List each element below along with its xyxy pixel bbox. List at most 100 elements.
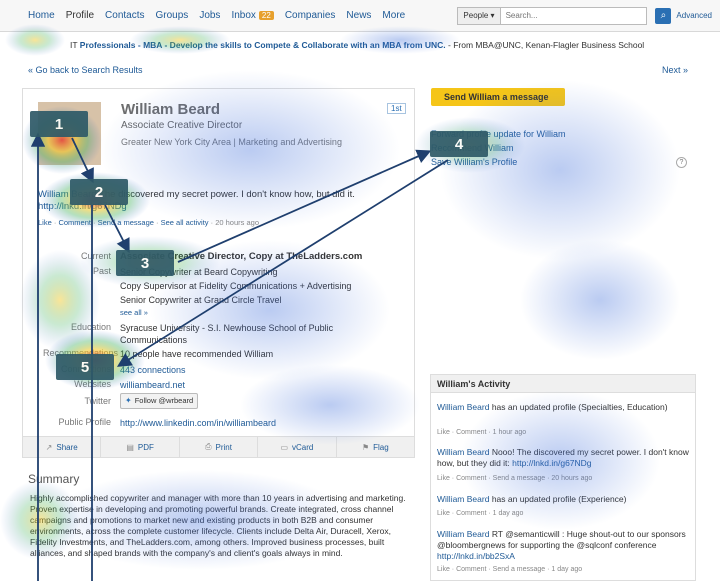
connection-degree-badge: 1st [387,103,406,114]
activity-panel: William's Activity William Beard has an … [430,374,696,581]
activity-author[interactable]: William Beard [437,494,489,504]
activity-text: has an updated profile (Experience) [491,494,627,504]
print-icon: ⎙ [205,442,212,451]
profile-headline: Associate Creative Director [121,120,243,131]
status-see-all-link[interactable]: See all activity [161,218,209,227]
top-nav: Home Profile Contacts Groups Jobs Inbox 2… [0,0,720,32]
share-label: Share [56,442,78,452]
education-value[interactable]: Syracuse University - S.I. Newhouse Scho… [120,322,380,346]
nav-companies[interactable]: Companies [285,10,336,21]
activity-like[interactable]: Like [437,475,450,482]
fixation-marker-1: 1 [30,111,88,137]
past-value-3: Senior Copywriter at Grand Circle Travel [120,295,282,305]
pdf-button[interactable]: ▤ PDF [101,437,180,457]
activity-meta-4: Like · Comment · Send a message · 1 day … [437,566,583,573]
status-like-link[interactable]: Like [38,218,52,227]
pdf-label: PDF [137,442,154,452]
activity-meta-1: Like · Comment · 1 hour ago [437,429,527,436]
search-input[interactable] [500,11,621,20]
activity-text: has an updated profile (Specialties, Edu… [491,402,668,412]
nav-groups[interactable]: Groups [156,10,189,21]
activity-meta-3: Like · Comment · 1 day ago [437,510,524,517]
activity-title: William's Activity [431,375,695,393]
activity-time: 1 day ago [492,510,524,517]
save-profile-link[interactable]: Save William's Profile [431,157,517,167]
past-see-all-link[interactable]: see all » [120,308,148,317]
status-comment-link[interactable]: Comment [58,218,91,227]
twitter-label: Twitter [84,396,111,406]
fixation-marker-5: 5 [56,354,114,380]
nav-profile[interactable]: Profile [66,10,94,21]
activity-like[interactable]: Like [437,566,450,573]
twitter-bird-icon: ✦ [125,396,132,405]
activity-meta-2: Like · Comment · Send a message · 20 hou… [437,475,593,482]
activity-comment[interactable]: Comment [456,510,486,517]
pdf-icon: ▤ [126,442,134,452]
connections-value[interactable]: 443 connections [120,365,186,375]
search-type-select[interactable]: People ▾ [458,7,501,24]
public-profile-link[interactable]: http://www.linkedin.com/in/williambeard [120,418,276,428]
activity-author[interactable]: William Beard [437,529,489,539]
status-send-link[interactable]: Send a message [98,218,154,227]
past-label: Past [92,266,111,276]
vcard-label: vCard [292,442,314,452]
activity-time: Send a message · 20 hours ago [492,475,593,482]
send-message-button[interactable]: Send William a message [431,88,565,106]
activity-like[interactable]: Like [437,510,450,517]
nav-contacts[interactable]: Contacts [105,10,144,21]
activity-comment[interactable]: Comment [456,475,486,482]
back-to-results-link[interactable]: « Go back to Search Results [28,65,143,75]
next-link[interactable]: Next » [662,65,688,75]
activity-author[interactable]: William Beard [437,447,489,457]
ad-headline: Professionals - MBA - Develop the skills… [79,40,446,50]
print-button[interactable]: ⎙ Print [180,437,259,457]
nav-inbox[interactable]: Inbox 22 [231,10,274,21]
activity-item-1: William Beard has an updated profile (Sp… [437,402,692,413]
profile-card: William Beard Associate Creative Directo… [22,88,415,458]
status-meta: Like · Comment · Send a message · See al… [38,218,259,227]
ad-prefix: IT [70,40,78,50]
flag-icon: ⚑ [361,442,370,452]
summary-title: Summary [28,472,80,486]
twitter-follow-button[interactable]: ✦ Follow @wrbeard [120,393,199,409]
status-time: 20 hours ago [215,218,259,227]
share-button[interactable]: ↗ Share [23,437,102,457]
activity-time: 1 hour ago [492,429,527,436]
activity-like[interactable]: Like [437,429,450,436]
search-button[interactable]: ⌕ [655,7,672,24]
share-icon: ↗ [45,442,53,452]
fixation-marker-4: 4 [430,131,488,157]
activity-comment[interactable]: Comment [456,566,486,573]
profile-actions-bar: ↗ Share ▤ PDF ⎙ Print ▭ vCard ⚑ Flag [23,436,414,457]
past-value-2: Copy Supervisor at Fidelity Communicatio… [120,281,352,291]
profile-location: Greater New York City Area | Marketing a… [121,137,342,147]
flag-label: Flag [373,442,389,452]
current-label: Current [80,251,111,261]
nav-more[interactable]: More [382,10,405,21]
activity-link[interactable]: http://lnkd.in/g67NDg [512,458,591,468]
inbox-count-badge: 22 [258,11,274,20]
vcard-button[interactable]: ▭ vCard [258,437,337,457]
help-icon[interactable]: ? [676,157,687,168]
activity-item-2: William Beard Nooo! The discovered my se… [437,447,692,469]
advanced-search-link[interactable]: Advanced [676,11,712,20]
status-text: The discovered my secret power. I don't … [99,189,355,200]
activity-link[interactable]: http://lnkd.in/bb2SxA [437,551,515,561]
recommendations-value[interactable]: 10 people have recommended William [120,348,273,360]
activity-author[interactable]: William Beard [437,402,489,412]
print-label: Print [215,442,232,452]
profile-name: William Beard [121,101,221,118]
activity-item-3: William Beard has an updated profile (Ex… [437,494,692,505]
nav-news[interactable]: News [346,10,371,21]
ad-banner[interactable]: IT Professionals - MBA - Develop the ski… [70,40,644,50]
summary-text: Highly accomplished copywriter and manag… [30,493,406,558]
fixation-marker-3: 3 [116,250,174,276]
nav-jobs[interactable]: Jobs [199,10,220,21]
search-box: People ▾ [457,6,648,25]
flag-button[interactable]: ⚑ Flag [337,437,414,457]
nav-home[interactable]: Home [28,10,55,21]
fixation-marker-2: 2 [70,179,128,205]
website-link[interactable]: williambeard.net [120,380,185,390]
twitter-follow-label: Follow @wrbeard [134,396,194,405]
activity-comment[interactable]: Comment [456,429,486,436]
